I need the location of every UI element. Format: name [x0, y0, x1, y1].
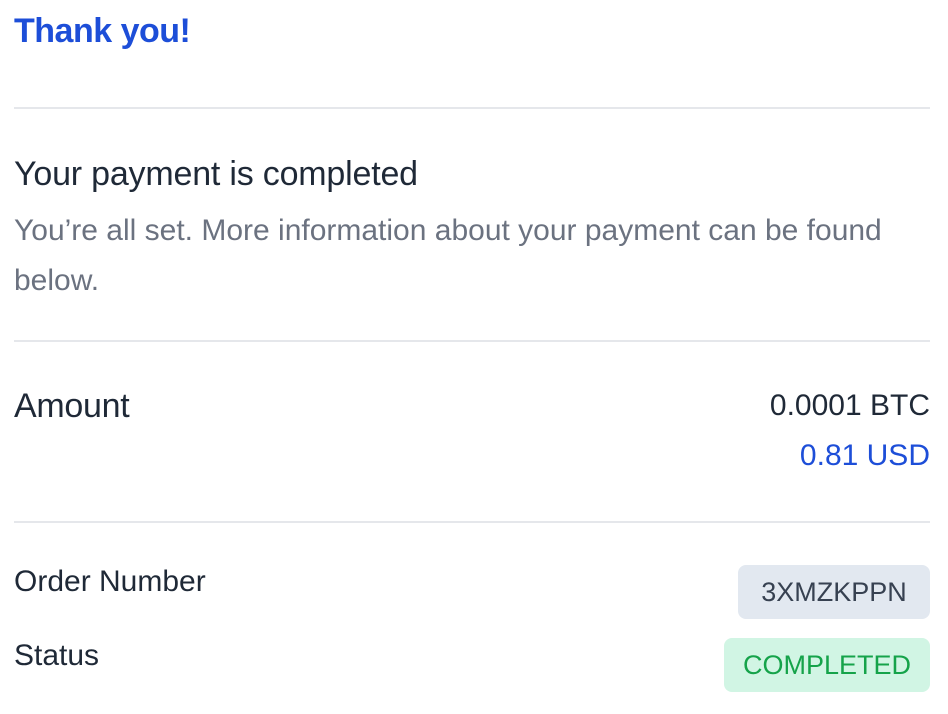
status-badge: COMPLETED: [724, 638, 930, 692]
order-number-badge: 3XMZKPPN: [738, 565, 930, 619]
divider: [14, 521, 930, 523]
payment-status-heading: Your payment is completed: [14, 155, 418, 193]
amount-label: Amount: [14, 387, 130, 425]
amount-crypto-value: 0.0001 BTC: [769, 389, 930, 422]
order-number-label: Order Number: [14, 565, 206, 598]
payment-description: You’re all set. More information about y…: [14, 214, 882, 297]
page-title: Thank you!: [14, 12, 191, 50]
divider: [14, 107, 930, 109]
status-label: Status: [14, 639, 100, 672]
amount-fiat-value: 0.81 USD: [799, 439, 930, 472]
divider: [14, 340, 930, 342]
payment-confirmation-page: Thank you! Your payment is completed You…: [0, 0, 948, 714]
